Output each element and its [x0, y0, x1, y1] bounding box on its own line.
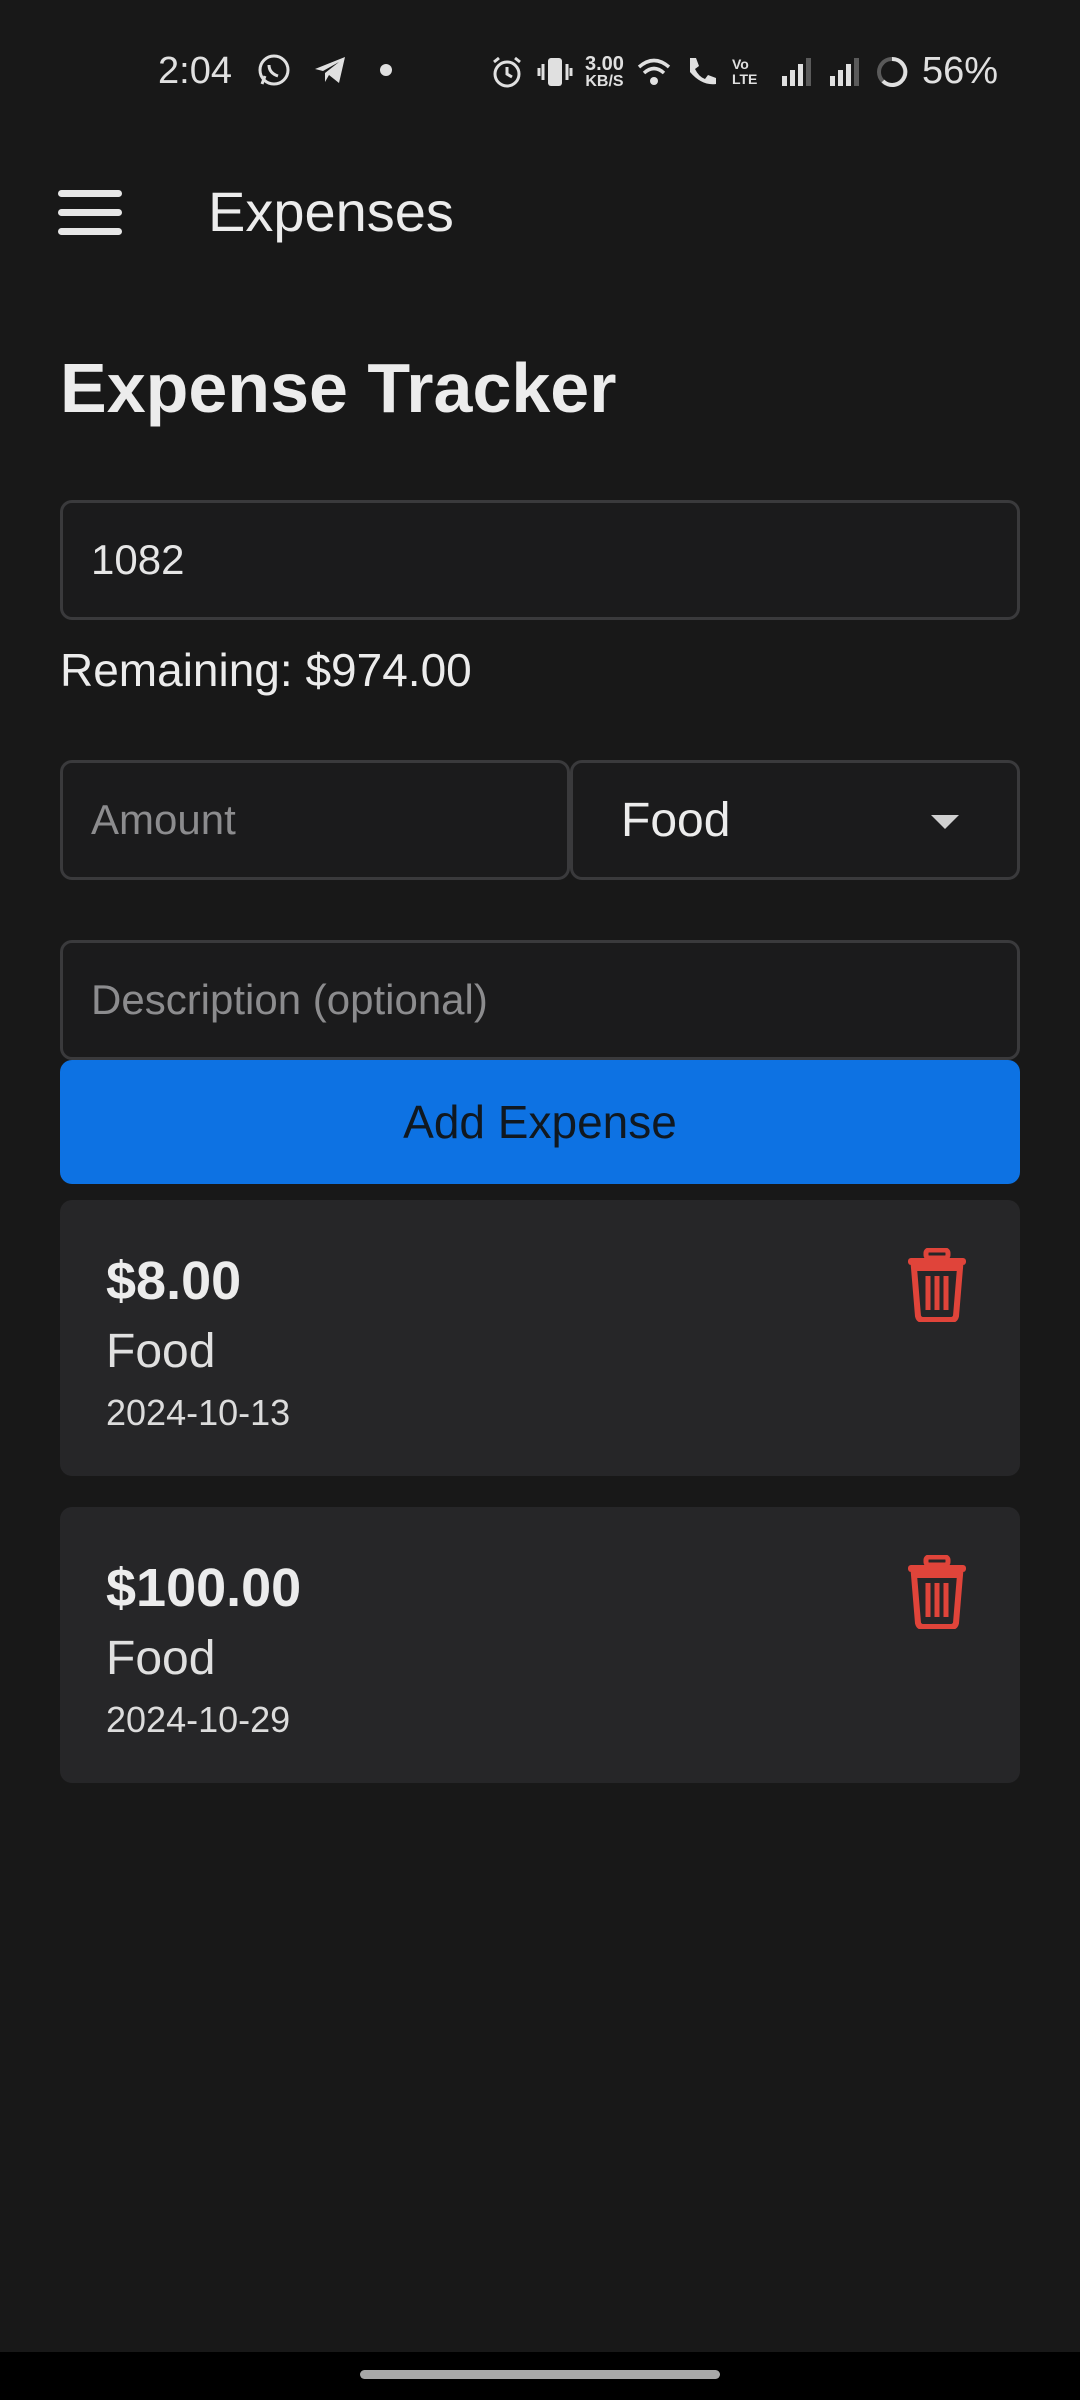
signal-icon: [781, 57, 811, 86]
network-speed-value: 3.00: [585, 52, 624, 75]
notification-icons: [256, 52, 404, 88]
volte-badge: Vo LTE: [731, 55, 758, 87]
alarm-icon: [493, 56, 521, 87]
category-selected-value: Food: [621, 793, 731, 847]
dot-icon: [380, 64, 392, 76]
category-select[interactable]: Food: [570, 760, 1020, 880]
vibrate-icon: [537, 57, 573, 86]
home-gesture-bar[interactable]: [360, 2370, 720, 2379]
expense-date: 2024-10-13: [106, 1392, 291, 1433]
expense-category: Food: [106, 1632, 216, 1685]
navigation-bar: [0, 2352, 1080, 2400]
status-time: 2:04: [158, 50, 232, 92]
signal-icon: [829, 57, 859, 86]
app-bar-title: Expenses: [208, 180, 454, 243]
network-speed-unit: KB/S: [585, 72, 624, 90]
status-bar: 2:04 3.00 KB/S Vo LTE 56%: [0, 0, 1080, 140]
expense-amount: $100.00: [106, 1558, 302, 1618]
budget-input[interactable]: 1082: [60, 500, 1020, 620]
remaining-text: Remaining: $974.00: [60, 644, 472, 696]
hamburger-menu-icon[interactable]: [58, 168, 146, 256]
add-expense-button[interactable]: Add Expense: [60, 1060, 1020, 1184]
delete-icon[interactable]: [904, 1555, 970, 1629]
expense-card: $100.00 Food 2024-10-29: [60, 1507, 1020, 1783]
expense-card: $8.00 Food 2024-10-13: [60, 1200, 1020, 1476]
network-speed: 3.00 KB/S: [585, 54, 624, 90]
battery-icon: [876, 56, 908, 87]
dropdown-arrow-icon: [931, 815, 959, 829]
system-icons: 3.00 KB/S Vo LTE 56%: [489, 50, 998, 93]
delete-icon[interactable]: [904, 1248, 970, 1322]
battery-percent: 56%: [921, 50, 998, 92]
amount-input[interactable]: Amount: [60, 760, 570, 880]
expense-category: Food: [106, 1325, 216, 1378]
wifi-icon: [637, 58, 671, 85]
screen: 2:04 3.00 KB/S Vo LTE 56% Expenses Expen…: [0, 0, 1080, 2400]
whatsapp-icon: [258, 54, 290, 86]
expense-date: 2024-10-29: [106, 1699, 291, 1740]
description-input[interactable]: Description (optional): [60, 940, 1020, 1060]
wifi-call-icon: [689, 57, 716, 84]
page-title: Expense Tracker: [60, 349, 617, 427]
telegram-icon: [315, 57, 345, 83]
expense-amount: $8.00: [106, 1251, 242, 1311]
app-bar: Expenses: [0, 140, 1080, 270]
